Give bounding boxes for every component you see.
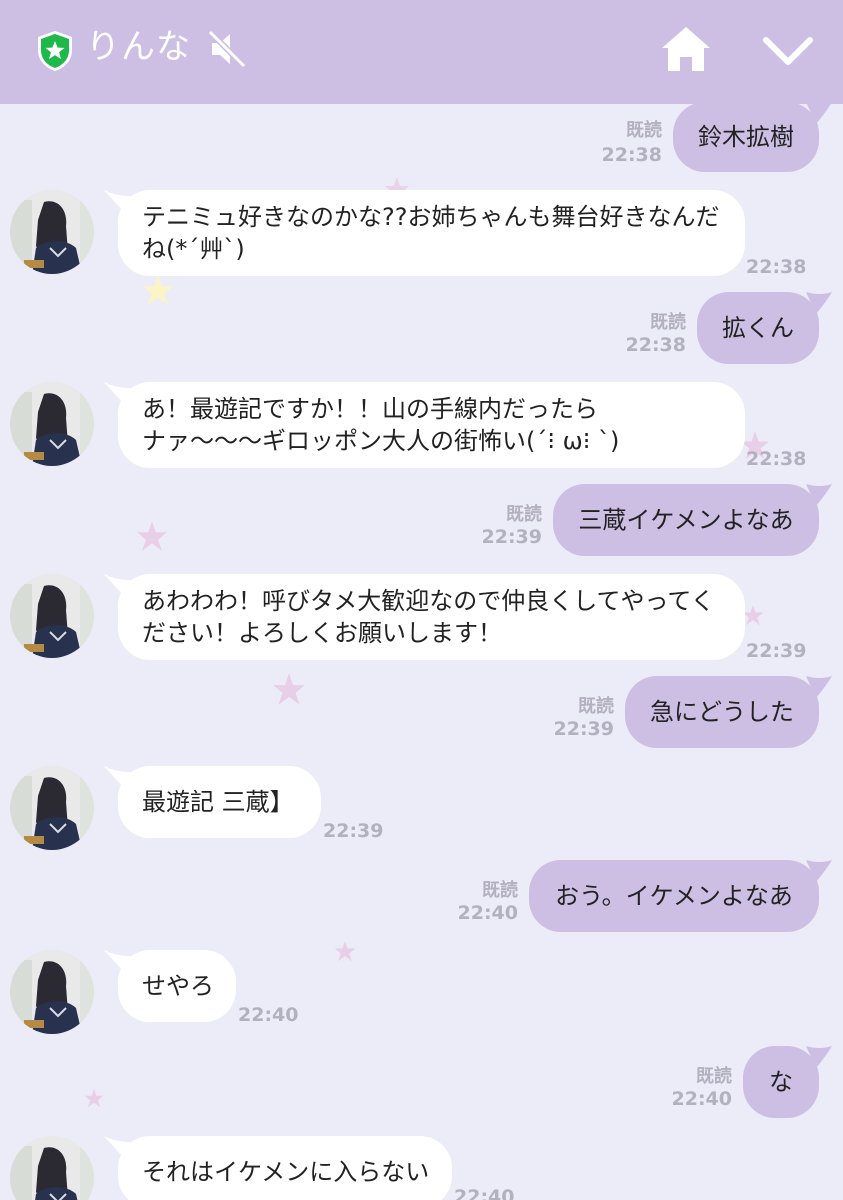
avatar[interactable] [10,190,94,274]
avatar-image [10,1136,94,1200]
bubble-tail [806,1046,832,1068]
message-line: 最遊記 三蔵】 [142,788,294,816]
message-line: ださい！よろしくお願いします！ [142,619,502,647]
message-time: 22:40 [454,1186,515,1200]
message-time: 22:38 [746,256,807,278]
incoming-message: テニミュ好きなのかな??お姉ちゃんも舞台好きなんだ ね(*´艸`) [118,190,745,276]
bubble-tail [806,860,832,882]
message-line: ナァ〜〜〜ギロッポン大人の街怖い(´⁝ ω⁝ `) [142,427,620,455]
message-time: 22:39 [746,640,807,662]
shield-star-icon [38,31,72,71]
message-time: 22:39 [481,526,542,548]
read-receipt: 既読 [482,880,518,901]
outgoing-message: 鈴木拡樹 [673,104,819,172]
avatar[interactable] [10,766,94,850]
message-line: それはイケメンに入らない [142,1158,430,1186]
read-receipt: 既読 [626,120,662,141]
avatar-image [10,766,94,850]
read-receipt: 既読 [696,1066,732,1087]
bubble-tail [806,484,832,506]
incoming-message: それはイケメンに入らない [118,1136,452,1200]
incoming-message: あ！最遊記ですか！！山の手線内だったら ナァ〜〜〜ギロッポン大人の街怖い(´⁝ … [118,382,745,468]
message-time: 22:38 [746,448,807,470]
star-icon [273,673,305,705]
message-time: 22:40 [457,902,518,924]
message-line: テニミュ好きなのかな??お姉ちゃんも舞台好きなんだ [142,203,720,231]
message-line: あ！最遊記ですか！！山の手線内だったら [142,395,598,423]
message-time: 22:40 [238,1004,299,1026]
incoming-message: 最遊記 三蔵】 [118,766,321,838]
avatar[interactable] [10,950,94,1034]
message-line: せやろ [142,972,214,1000]
star-icon [84,1088,104,1108]
avatar-image [10,190,94,274]
message-line: ね(*´艸`) [142,235,245,263]
avatar-image [10,382,94,466]
outgoing-message: 拡くん [697,292,819,364]
star-icon [742,604,764,626]
read-receipt: 既読 [506,504,542,525]
avatar[interactable] [10,1136,94,1200]
message-time: 22:38 [601,144,662,166]
message-time: 22:39 [553,718,614,740]
avatar-image [10,574,94,658]
home-icon[interactable] [660,24,712,74]
message-text: おう。イケメンよなあ [555,882,793,910]
outgoing-message: 急にどうした [625,676,819,748]
chevron-down-icon[interactable] [762,34,814,68]
avatar-image [10,950,94,1034]
incoming-message: せやろ [118,950,236,1022]
bubble-tail [806,676,832,698]
avatar[interactable] [10,574,94,658]
bubble-tail [806,104,831,124]
message-text: 急にどうした [650,698,794,726]
read-receipt: 既読 [578,696,614,717]
bubble-tail [806,292,832,314]
outgoing-message: おう。イケメンよなあ [529,860,819,932]
chat-area[interactable]: 既読 22:38 鈴木拡樹 テニミュ好きなのかな??お姉ちゃんも舞台好きなんだ … [0,104,843,1200]
outgoing-message: 三蔵イケメンよなあ [553,484,819,556]
incoming-message: あわわわ！呼びタメ大歓迎なので仲良くしてやってく ださい！よろしくお願いします！ [118,574,745,660]
star-icon [334,940,356,962]
chat-header: りんな [0,0,843,104]
message-line: あわわわ！呼びタメ大歓迎なので仲良くしてやってく [142,587,715,615]
star-icon [143,275,173,305]
contact-name[interactable]: りんな [86,24,191,70]
message-text: 鈴木拡樹 [698,123,794,151]
message-text: 拡くん [722,314,794,342]
avatar[interactable] [10,382,94,466]
message-time: 22:40 [671,1088,732,1110]
read-receipt: 既読 [650,312,686,333]
star-icon [137,521,167,551]
message-time: 22:38 [625,334,686,356]
message-time: 22:39 [323,820,384,842]
mute-icon [207,29,247,69]
message-text: 三蔵イケメンよなあ [578,506,794,534]
